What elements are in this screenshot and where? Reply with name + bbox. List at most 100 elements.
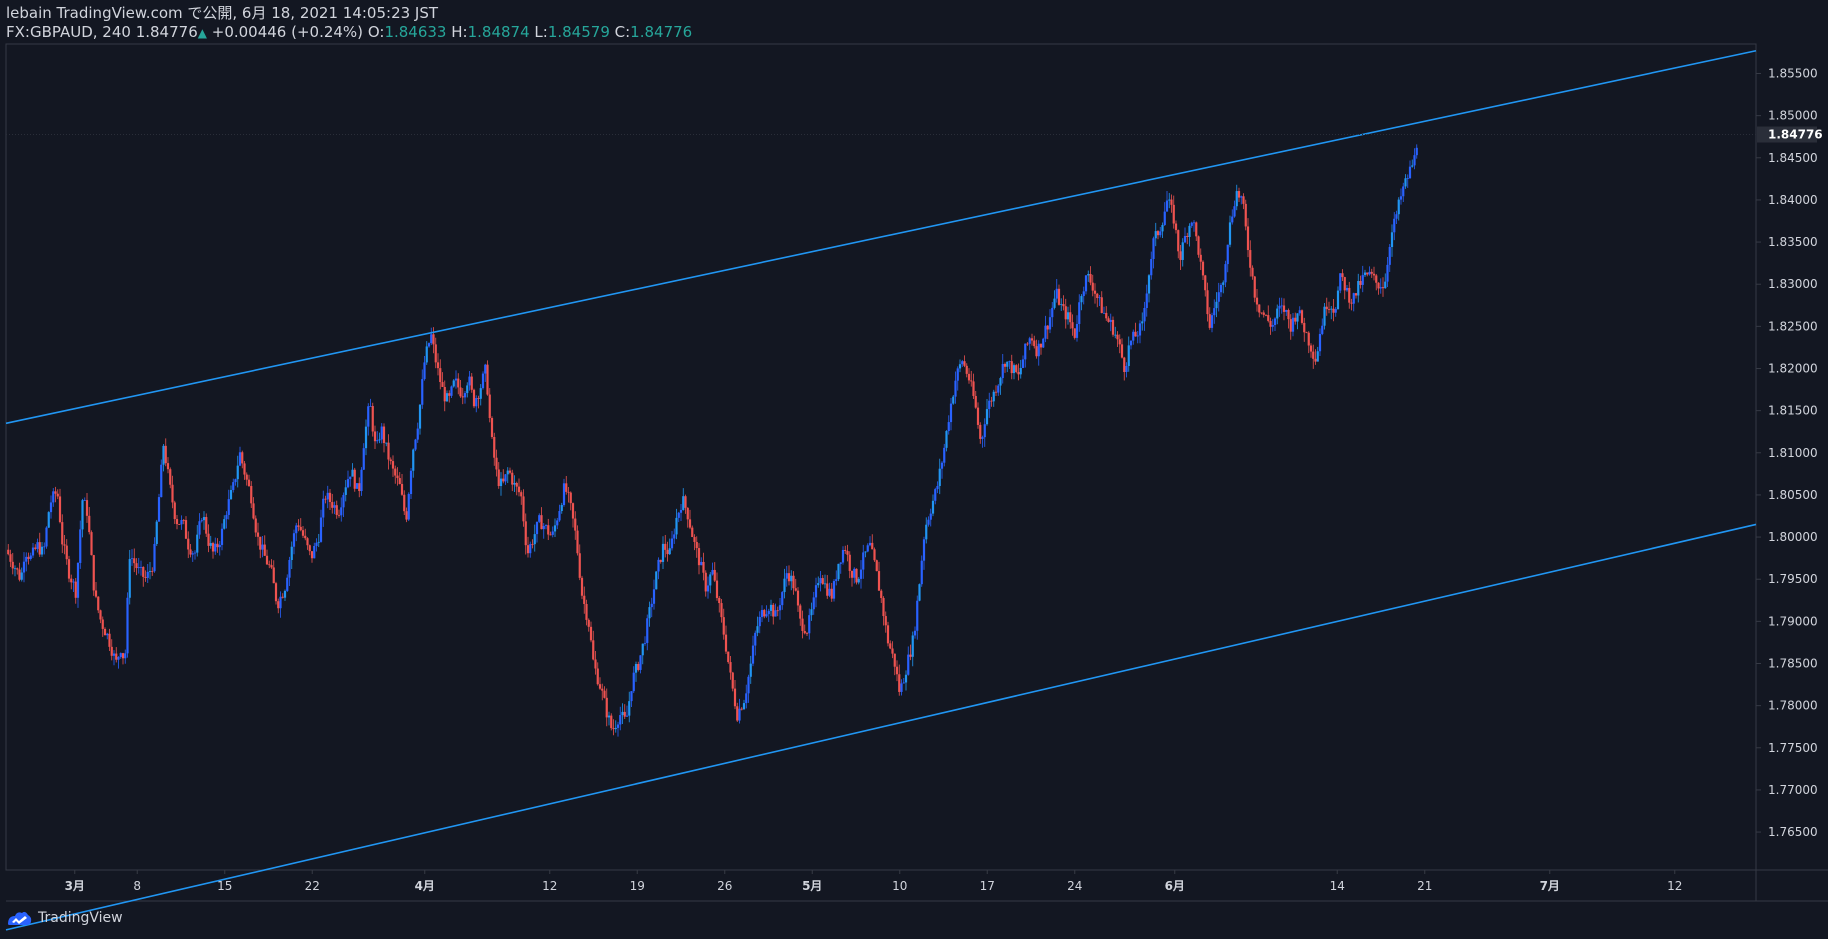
candle-body [871, 542, 874, 550]
candle-body [1339, 273, 1342, 291]
candle-body [1357, 280, 1360, 296]
candle-body [1388, 247, 1391, 265]
candle-body [821, 578, 824, 585]
candle-body [697, 548, 701, 566]
candle-body [22, 561, 26, 573]
candle-body [776, 610, 779, 612]
candle-body [322, 498, 325, 518]
candle-body [1116, 334, 1119, 340]
candle-body [477, 398, 480, 399]
candle-body [1404, 178, 1407, 187]
candle-body [745, 693, 748, 704]
candle-body [855, 568, 858, 583]
time-axis[interactable]: 3月 8 15 22 4月 12 19 26 5月 10 17 24 6月 14 21 7月 12 [65, 870, 1683, 893]
candle-body [137, 567, 140, 569]
candle-body [1105, 312, 1108, 319]
candle-body [1267, 315, 1270, 321]
candle-body [346, 479, 350, 488]
candle-body [1255, 297, 1259, 305]
candle-body [353, 469, 356, 489]
candle-body [1231, 216, 1234, 223]
candle-body [1073, 328, 1076, 338]
candle-body [1129, 340, 1133, 346]
candle-body [758, 616, 761, 627]
candle-body [1069, 312, 1072, 323]
candle-body [1377, 282, 1380, 289]
candle-body [598, 684, 602, 689]
candle-body [1010, 361, 1013, 374]
candle-body [200, 520, 203, 522]
candle-body [198, 521, 201, 535]
candle-body [454, 378, 458, 381]
candle-body [340, 507, 343, 516]
candle-body [972, 381, 975, 396]
candle-body [553, 525, 557, 532]
candle-body [515, 483, 518, 487]
candle-body [1190, 222, 1193, 226]
candle-body [166, 463, 170, 470]
candle-body [281, 596, 284, 598]
candle-body [673, 534, 676, 539]
candle-body [299, 526, 302, 531]
candle-body [1150, 259, 1153, 276]
candle-body [1039, 343, 1043, 348]
candle-body [301, 530, 305, 536]
candle-body [711, 569, 714, 575]
candle-body [945, 431, 948, 448]
candle-body [652, 589, 656, 604]
candle-body [468, 376, 471, 386]
candle-body [1066, 312, 1070, 320]
candle-body [918, 584, 921, 601]
candle-body [916, 600, 919, 631]
candle-body [1280, 305, 1283, 307]
candle-body [533, 534, 536, 545]
candle-body [947, 422, 950, 432]
channel-lower-line[interactable] [5, 523, 1757, 931]
candle-body [83, 500, 86, 501]
candle-body [385, 442, 388, 444]
candle-body [1210, 315, 1214, 328]
candle-body [1118, 339, 1121, 345]
candle-body [1278, 305, 1281, 309]
candle-body [313, 545, 316, 559]
candle-body [1307, 332, 1310, 346]
candle-body [1249, 250, 1252, 268]
candle-body [999, 378, 1002, 386]
price-axis[interactable]: 1.76500 1.77000 1.77500 1.78000 1.78500 1.790… [6, 67, 1823, 840]
candle-body [882, 598, 885, 617]
candle-body [702, 561, 705, 573]
x-tick-label: 17 [980, 879, 995, 893]
candle-body [1021, 359, 1025, 368]
channel-upper-line[interactable] [5, 49, 1757, 425]
candle-body [920, 560, 923, 585]
candle-body [668, 548, 671, 555]
candle-body [1264, 314, 1268, 316]
candle-body [722, 617, 725, 635]
candle-body [754, 632, 757, 646]
candle-body [1136, 335, 1139, 337]
candle-body [254, 518, 257, 533]
candle-body [101, 619, 104, 629]
candle-body [781, 592, 784, 606]
candle-body [767, 610, 770, 615]
candle-body [1082, 291, 1085, 297]
candle-body [646, 618, 649, 643]
candle-body [875, 560, 878, 572]
candle-body [92, 555, 95, 591]
price-chart[interactable]: 1.76500 1.77000 1.77500 1.78000 1.78500 1.790… [0, 0, 1828, 939]
footer-brand[interactable]: TradingView [38, 910, 123, 926]
y-tick-label: 1.82500 [1768, 319, 1818, 333]
candle-body [911, 635, 914, 657]
candle-body [513, 483, 516, 485]
candle-body [1186, 236, 1189, 238]
candle-body [7, 549, 10, 555]
candle-body [630, 691, 633, 702]
candle-body [893, 653, 896, 667]
candle-body [463, 393, 467, 398]
candle-body [936, 485, 939, 490]
y-tick-label: 1.78000 [1768, 699, 1818, 713]
candle-body [434, 344, 437, 363]
candle-body [306, 538, 309, 546]
candle-body [562, 483, 566, 506]
candle-body [688, 519, 692, 528]
